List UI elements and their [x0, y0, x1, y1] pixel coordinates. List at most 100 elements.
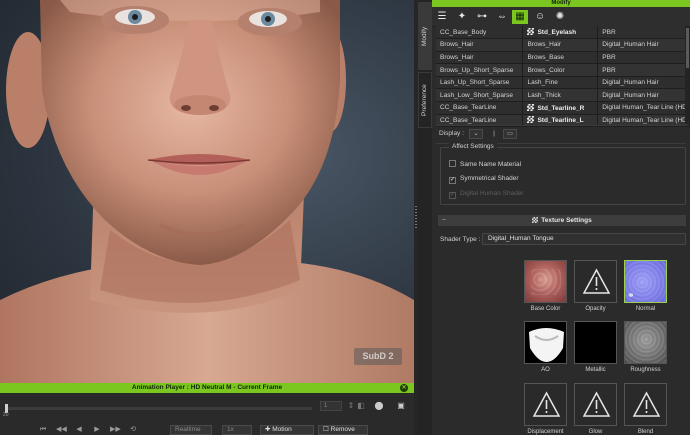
table-row[interactable]: Brows_Hair Brows_Base PBR	[436, 51, 690, 65]
texture-slot-blend[interactable]: Blend	[624, 383, 667, 435]
tab-preference[interactable]: Preference	[418, 72, 432, 128]
table-cell-material: Brows_Color	[522, 63, 599, 77]
table-row[interactable]: Brows_Hair Brows_Hair Digital_Human Hair	[436, 38, 690, 52]
affect-settings-group: Affect Settings Same Name Material ✓ Symm…	[440, 143, 686, 205]
table-cell-shader: Digital_Human Hair	[597, 88, 690, 103]
warning-icon[interactable]	[574, 383, 617, 426]
tab-modify[interactable]: Modify	[418, 2, 432, 70]
subd-level-badge[interactable]: SubD 2	[354, 348, 402, 365]
motion-pose-icon[interactable]: ✦	[454, 10, 470, 24]
base-color-thumbnail[interactable]	[524, 260, 567, 303]
shader-type-label: Shader Type :	[440, 236, 481, 243]
texture-slot-base-color[interactable]: Base Color	[524, 260, 567, 312]
display-mode-icon[interactable]: ⌄	[469, 129, 483, 139]
roughness-thumbnail[interactable]	[624, 321, 667, 364]
texture-label: Glow	[588, 429, 603, 435]
display-highlight-icon[interactable]: ▭	[503, 129, 517, 139]
texture-settings-header[interactable]: − Texture Settings	[438, 215, 686, 226]
3d-viewport[interactable]: SubD 2	[0, 0, 414, 383]
next-key-icon[interactable]: ▶▶	[110, 425, 121, 434]
go-start-icon[interactable]: ⏮	[38, 425, 48, 434]
splitter-grip[interactable]	[415, 206, 417, 230]
texture-label: Blend	[637, 429, 654, 435]
material-icon[interactable]: ▦	[512, 10, 528, 24]
head-icon[interactable]: ☺	[532, 10, 548, 24]
material-icon	[527, 28, 535, 36]
scrollbar-thumb[interactable]	[686, 28, 689, 68]
table-cell-object: Lash_Low_Short_Sparse	[436, 88, 524, 103]
divider	[436, 125, 686, 126]
table-cell-object: Brows_Hair	[436, 51, 524, 65]
speed-dropdown[interactable]: 1x	[222, 425, 252, 435]
prev-key-icon[interactable]: ◀◀	[56, 425, 67, 434]
transform-icon[interactable]: ⇔	[494, 10, 510, 24]
table-row[interactable]: CC_Base_Body Std_Eyelash PBR	[436, 26, 690, 40]
normal-thumbnail[interactable]: ⚭	[624, 260, 667, 303]
table-cell-shader: Digital Human_Tear Line (HD)	[597, 101, 690, 115]
animation-player: Animation Player : HD Neutral M - Curren…	[0, 383, 414, 435]
table-row[interactable]: Brows_Up_Short_Sparse Brows_Color PBR	[436, 63, 690, 77]
realtime-dropdown[interactable]: Realtime	[170, 425, 212, 435]
link-icon[interactable]: ⚭	[627, 290, 635, 301]
texture-label: Metallic	[585, 367, 606, 373]
morph-icon[interactable]: ⊶	[474, 10, 490, 24]
same-name-material-checkbox[interactable]: Same Name Material	[449, 160, 521, 168]
texture-slot-roughness[interactable]: Roughness	[624, 321, 667, 373]
table-cell-material: Lash_Thick	[522, 88, 599, 103]
symmetrical-shader-checkbox[interactable]: ✓ Symmetrical Shader	[449, 175, 519, 184]
material-table-scrollbar[interactable]	[685, 26, 690, 124]
ao-thumbnail[interactable]	[524, 321, 567, 364]
table-row[interactable]: CC_Base_TearLine Std_Tearline_R Digital …	[436, 101, 690, 115]
window-icon[interactable]: ▣	[396, 401, 406, 411]
table-cell-material: Std_Eyelash	[522, 26, 599, 40]
table-cell-shader: Digital_Human Hair	[597, 76, 690, 90]
checkbox-checked[interactable]: ✓	[449, 177, 456, 184]
motion-label: Motion	[272, 426, 292, 433]
warning-icon[interactable]	[524, 383, 567, 426]
texture-slot-opacity[interactable]: Opacity	[574, 260, 617, 312]
motion-button[interactable]: ✚ Motion	[260, 425, 314, 435]
shader-type-dropdown[interactable]: Digital_Human Tongue	[482, 233, 686, 245]
texture-slot-ao[interactable]: AO	[524, 321, 567, 373]
warning-icon[interactable]	[624, 383, 667, 426]
physics-icon[interactable]: ✺	[552, 10, 568, 24]
texture-slot-metallic[interactable]: Metallic	[574, 321, 617, 373]
timeline-slider[interactable]	[5, 404, 312, 413]
affect-settings-title: Affect Settings	[449, 143, 497, 150]
modify-panel: Modify ☰ ✦ ⊶ ⇔ ▦ ☺ ✺ CC_Base_Body Std_Ey…	[432, 0, 690, 435]
close-icon[interactable]: ✕	[400, 384, 408, 392]
texture-slot-glow[interactable]: Glow	[574, 383, 617, 435]
prev-frame-icon[interactable]: ◀	[74, 425, 84, 434]
sliders-icon[interactable]: ☰	[434, 10, 450, 24]
loop-icon[interactable]: ⟲	[128, 425, 138, 434]
table-cell-material: Brows_Base	[522, 51, 599, 65]
remove-button[interactable]: ☐ Remove	[318, 425, 368, 435]
texture-icon	[532, 217, 539, 223]
table-cell-shader: Digital_Human Hair	[597, 38, 690, 52]
checkbox-box[interactable]	[449, 160, 456, 167]
display-separator-icon: |	[493, 131, 495, 137]
table-cell-material: Brows_Hair	[522, 38, 599, 52]
camera-icon[interactable]: ⬤	[374, 401, 384, 411]
side-tab-strip: Modify Preference	[418, 0, 432, 435]
texture-label: Base Color	[530, 306, 561, 312]
texture-slot-displacement[interactable]: Displacement	[524, 383, 567, 435]
table-row[interactable]: Lash_Low_Short_Sparse Lash_Thick Digital…	[436, 88, 690, 103]
current-frame-field[interactable]: 1	[320, 401, 342, 411]
warning-icon[interactable]	[574, 260, 617, 303]
table-cell-object: Brows_Hair	[436, 38, 524, 52]
metallic-thumbnail[interactable]	[574, 321, 617, 364]
frame-stepper-icon[interactable]: ⇕	[346, 401, 356, 411]
modify-toolbar: ☰ ✦ ⊶ ⇔ ▦ ☺ ✺	[432, 7, 690, 27]
remove-icon: ☐	[323, 426, 331, 433]
texture-slot-normal[interactable]: ⚭ Normal	[624, 260, 667, 312]
checkbox-checked-disabled: ✓	[449, 192, 456, 199]
table-cell-object: CC_Base_TearLine	[436, 101, 524, 115]
digital-human-shader-checkbox: ✓ Digital Human Shader	[449, 190, 524, 199]
keyframe-icon[interactable]: ◧	[356, 401, 366, 411]
collapse-icon[interactable]: −	[442, 215, 446, 226]
table-row[interactable]: Lash_Up_Short_Sparse Lash_Fine Digital_H…	[436, 76, 690, 90]
table-cell-shader: PBR	[597, 51, 690, 65]
play-icon[interactable]: ▶	[92, 425, 102, 434]
material-icon	[527, 116, 535, 124]
